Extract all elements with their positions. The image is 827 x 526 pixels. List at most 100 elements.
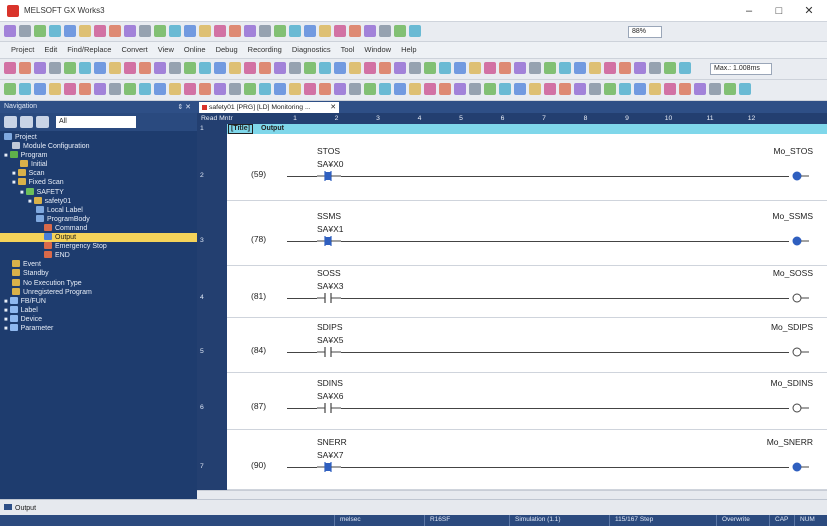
tree-item[interactable]: Initial (0, 160, 197, 169)
toolbar-tool-icon[interactable] (334, 25, 346, 37)
ladder-tool-icon[interactable] (184, 83, 196, 95)
program-tool-icon[interactable] (454, 62, 466, 74)
toolbar-tool-icon[interactable] (124, 25, 136, 37)
menu-item[interactable]: Diagnostics (287, 42, 336, 58)
program-tool-icon[interactable] (484, 62, 496, 74)
expand-toggle-icon[interactable]: ■ (12, 180, 16, 186)
tree-item[interactable]: ■ Parameter (0, 323, 197, 333)
nav-filter-select[interactable]: All (56, 116, 136, 128)
tree-item[interactable]: Project (0, 133, 197, 142)
menu-item[interactable]: Online (179, 42, 211, 58)
toolbar-tool-icon[interactable] (274, 25, 286, 37)
nav-gear-icon[interactable] (36, 116, 49, 128)
toolbar-tool-icon[interactable] (109, 25, 121, 37)
minimize-button[interactable]: – (736, 3, 762, 19)
program-tool-icon[interactable] (649, 62, 661, 74)
max-scan-field[interactable]: Max.: 1.008ms (710, 63, 772, 75)
program-tool-icon[interactable] (589, 62, 601, 74)
toolbar-tool-icon[interactable] (289, 25, 301, 37)
ladder-tool-icon[interactable] (349, 83, 361, 95)
program-tool-icon[interactable] (634, 62, 646, 74)
toolbar-tool-icon[interactable] (364, 25, 376, 37)
ladder-tool-icon[interactable] (739, 83, 751, 95)
toolbar-tool-icon[interactable] (409, 25, 421, 37)
toolbar-tool-icon[interactable] (199, 25, 211, 37)
tree-item[interactable]: ■ Label (0, 305, 197, 315)
toolbar-tool-icon[interactable] (139, 25, 151, 37)
toolbar-tool-icon[interactable] (244, 25, 256, 37)
program-tool-icon[interactable] (139, 62, 151, 74)
ladder-tool-icon[interactable] (424, 83, 436, 95)
program-tool-icon[interactable] (244, 62, 256, 74)
tree-item[interactable]: Local Label (0, 205, 197, 215)
program-tool-icon[interactable] (529, 62, 541, 74)
contact-icon[interactable] (317, 293, 341, 303)
program-tool-icon[interactable] (364, 62, 376, 74)
coil-icon[interactable] (789, 403, 809, 413)
contact-icon[interactable] (317, 171, 341, 181)
program-tool-icon[interactable] (64, 62, 76, 74)
expand-toggle-icon[interactable]: ■ (4, 153, 8, 159)
toolbar-tool-icon[interactable] (154, 25, 166, 37)
ladder-tool-icon[interactable] (319, 83, 331, 95)
tree-item[interactable]: END (0, 251, 197, 260)
tree-item[interactable]: Command (0, 223, 197, 233)
ladder-tool-icon[interactable] (394, 83, 406, 95)
tree-item[interactable]: ■ Program (0, 151, 197, 160)
program-tool-icon[interactable] (574, 62, 586, 74)
program-tool-icon[interactable] (409, 62, 421, 74)
ladder-tool-icon[interactable] (139, 83, 151, 95)
ladder-tool-icon[interactable] (124, 83, 136, 95)
program-tool-icon[interactable] (214, 62, 226, 74)
program-tool-icon[interactable] (379, 62, 391, 74)
program-tool-icon[interactable] (154, 62, 166, 74)
program-tool-icon[interactable] (259, 62, 271, 74)
program-tool-icon[interactable] (34, 62, 46, 74)
ladder-tool-icon[interactable] (259, 83, 271, 95)
program-tool-icon[interactable] (229, 62, 241, 74)
tree-item[interactable]: ■ Device (0, 314, 197, 324)
contact-icon[interactable] (317, 236, 341, 246)
ladder-rung[interactable]: (81) SOSS SA¥X3 Mo_SOSS (227, 266, 827, 318)
menu-item[interactable]: Window (359, 42, 396, 58)
toolbar-tool-icon[interactable] (394, 25, 406, 37)
ladder-tool-icon[interactable] (484, 83, 496, 95)
program-tool-icon[interactable] (199, 62, 211, 74)
ladder-tool-icon[interactable] (409, 83, 421, 95)
program-tool-icon[interactable] (109, 62, 121, 74)
ladder-tool-icon[interactable] (109, 83, 121, 95)
toolbar-tool-icon[interactable] (94, 25, 106, 37)
ladder-tool-icon[interactable] (274, 83, 286, 95)
ladder-tool-icon[interactable] (694, 83, 706, 95)
menu-item[interactable]: Tool (336, 42, 360, 58)
menu-item[interactable]: Project (6, 42, 39, 58)
navigation-pin-close[interactable]: ⇕ ✕ (177, 103, 191, 111)
horizontal-scrollbar[interactable] (197, 490, 827, 499)
program-tool-icon[interactable] (184, 62, 196, 74)
ladder-tool-icon[interactable] (544, 83, 556, 95)
ladder-tool-icon[interactable] (469, 83, 481, 95)
coil-icon[interactable] (789, 347, 809, 357)
expand-toggle-icon[interactable]: ■ (28, 199, 32, 205)
ladder-tool-icon[interactable] (4, 83, 16, 95)
ladder-tool-icon[interactable] (649, 83, 661, 95)
contact-icon[interactable] (317, 403, 341, 413)
toolbar-tool-icon[interactable] (214, 25, 226, 37)
ladder-tool-icon[interactable] (169, 83, 181, 95)
program-tool-icon[interactable] (319, 62, 331, 74)
tree-item[interactable]: ProgramBody (0, 214, 197, 224)
tree-item[interactable]: Event (0, 260, 197, 269)
program-tool-icon[interactable] (679, 62, 691, 74)
tree-item[interactable]: ■ Scan (0, 169, 197, 178)
tab-close-icon[interactable]: ✕ (330, 102, 336, 113)
ladder-tool-icon[interactable] (559, 83, 571, 95)
toolbar-tool-icon[interactable] (229, 25, 241, 37)
expand-toggle-icon[interactable]: ■ (20, 190, 24, 196)
program-tool-icon[interactable] (394, 62, 406, 74)
ladder-tool-icon[interactable] (364, 83, 376, 95)
program-tool-icon[interactable] (559, 62, 571, 74)
coil-icon[interactable] (789, 462, 809, 472)
tree-item[interactable]: Unregistered Program (0, 287, 197, 297)
ladder-tool-icon[interactable] (79, 83, 91, 95)
ladder-tool-icon[interactable] (664, 83, 676, 95)
